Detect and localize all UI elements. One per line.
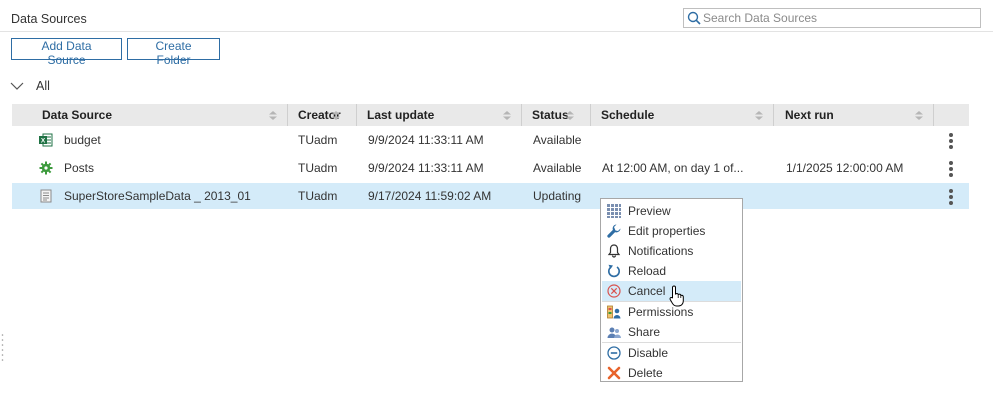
header-divider — [0, 31, 993, 32]
data-source-name[interactable]: budget — [64, 127, 101, 153]
page-title: Data Sources — [11, 12, 87, 26]
menu-item-label: Cancel — [628, 284, 666, 298]
table-row[interactable]: X budget TUadm 9/9/2024 11:33:11 AM Avai… — [12, 127, 969, 153]
column-header-status[interactable]: Status — [522, 104, 590, 126]
menu-item-label: Share — [628, 325, 661, 339]
search-icon — [687, 11, 701, 25]
cancel-icon — [607, 284, 621, 298]
search-box[interactable] — [683, 8, 981, 28]
table-header: Data Source Creator Last update Status S… — [12, 104, 969, 126]
sort-icon — [332, 111, 340, 120]
chevron-down-icon — [10, 82, 24, 90]
menu-item-preview[interactable]: Preview — [602, 201, 741, 221]
column-header-creator[interactable]: Creator — [288, 104, 356, 126]
table-row-selected[interactable]: SuperStoreSampleData _ 2013_01 TUadm 9/1… — [12, 183, 969, 209]
column-header-label: Last update — [367, 108, 435, 122]
schedule-cell: At 12:00 AM, on day 1 of... — [602, 161, 744, 175]
menu-item-delete[interactable]: Delete — [602, 363, 741, 383]
create-folder-button[interactable]: Create Folder — [127, 38, 220, 67]
wrench-icon — [607, 224, 621, 238]
table-row[interactable]: Posts TUadm 9/9/2024 11:33:11 AM Availab… — [12, 155, 969, 181]
creator-cell: TUadm — [298, 189, 338, 203]
creator-cell: TUadm — [298, 133, 338, 147]
column-header-data-source[interactable]: Data Source — [32, 104, 287, 126]
column-header-label: Data Source — [42, 108, 113, 122]
menu-item-label: Delete — [628, 366, 663, 380]
sort-icon — [755, 111, 763, 120]
row-actions-kebab-icon[interactable] — [946, 132, 956, 149]
menu-item-label: Disable — [628, 346, 669, 360]
svg-text:X: X — [41, 138, 46, 145]
column-divider[interactable] — [773, 104, 774, 126]
permissions-icon — [607, 305, 621, 319]
menu-item-label: Edit properties — [628, 224, 706, 238]
status-cell: Available — [533, 161, 582, 175]
gear-icon — [39, 161, 53, 175]
sort-icon — [915, 111, 923, 120]
delete-icon — [607, 366, 621, 380]
excel-icon: X — [39, 133, 53, 147]
status-cell: Available — [533, 133, 582, 147]
schedule-cell — [602, 127, 770, 153]
column-header-schedule[interactable]: Schedule — [591, 104, 773, 126]
data-source-name[interactable]: Posts — [64, 155, 94, 181]
menu-item-label: Preview — [628, 204, 671, 218]
column-header-last-update[interactable]: Last update — [357, 104, 521, 126]
sort-icon — [566, 111, 574, 120]
column-header-next-run[interactable]: Next run — [775, 104, 933, 126]
hand-cursor-icon — [669, 285, 684, 307]
search-input[interactable] — [701, 9, 973, 27]
all-folder-toggle[interactable]: All — [10, 79, 50, 93]
status-cell: Updating — [533, 189, 582, 203]
next-run-cell: 1/1/2025 12:00:00 AM — [786, 161, 904, 175]
all-folder-label: All — [36, 79, 50, 93]
bell-icon — [607, 244, 621, 258]
data-source-name[interactable]: SuperStoreSampleData _ 2013_01 — [64, 183, 251, 209]
menu-item-reload[interactable]: Reload — [602, 261, 741, 281]
preview-grid-icon — [607, 204, 621, 218]
reload-icon — [608, 264, 620, 278]
add-data-source-button[interactable]: Add Data Source — [11, 38, 122, 67]
column-divider[interactable] — [933, 104, 934, 126]
column-header-label: Status — [532, 108, 569, 122]
column-header-label: Schedule — [601, 108, 655, 122]
resize-handle[interactable] — [1, 333, 4, 363]
menu-item-share[interactable]: Share — [602, 322, 741, 342]
last-update-cell: 9/17/2024 11:59:02 AM — [368, 189, 492, 203]
share-icon — [607, 327, 621, 338]
last-update-cell: 9/9/2024 11:33:11 AM — [368, 161, 484, 175]
last-update-cell: 9/9/2024 11:33:11 AM — [368, 133, 484, 147]
creator-cell: TUadm — [298, 161, 338, 175]
menu-item-disable[interactable]: Disable — [602, 343, 741, 363]
menu-item-label: Notifications — [628, 244, 694, 258]
sort-icon — [269, 111, 277, 120]
column-header-label: Next run — [785, 108, 834, 122]
menu-item-edit-properties[interactable]: Edit properties — [602, 221, 741, 241]
disable-icon — [607, 346, 621, 360]
row-actions-kebab-icon[interactable] — [946, 160, 956, 177]
data-file-icon — [40, 189, 52, 203]
sort-icon — [503, 111, 511, 120]
menu-item-label: Reload — [628, 264, 667, 278]
row-actions-kebab-icon[interactable] — [946, 188, 956, 205]
menu-item-notifications[interactable]: Notifications — [602, 241, 741, 261]
